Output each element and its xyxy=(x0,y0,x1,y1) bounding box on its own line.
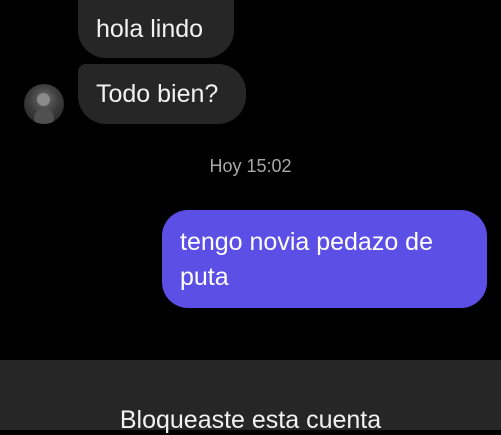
incoming-message[interactable]: hola lindo xyxy=(78,0,234,58)
message-timestamp: Hoy 15:02 xyxy=(209,156,292,176)
blocked-account-notice: Bloqueaste esta cuenta xyxy=(119,406,382,434)
message-text: Todo bien? xyxy=(96,80,219,108)
outgoing-message[interactable]: tengo novia pedazo de puta xyxy=(162,210,487,308)
message-text: hola lindo xyxy=(96,15,204,43)
message-text: tengo novia pedazo de puta xyxy=(180,228,433,291)
incoming-message[interactable]: Todo bien? xyxy=(78,64,246,124)
blocked-account-bar: Bloqueaste esta cuenta xyxy=(0,360,501,434)
contact-avatar[interactable] xyxy=(24,84,64,124)
